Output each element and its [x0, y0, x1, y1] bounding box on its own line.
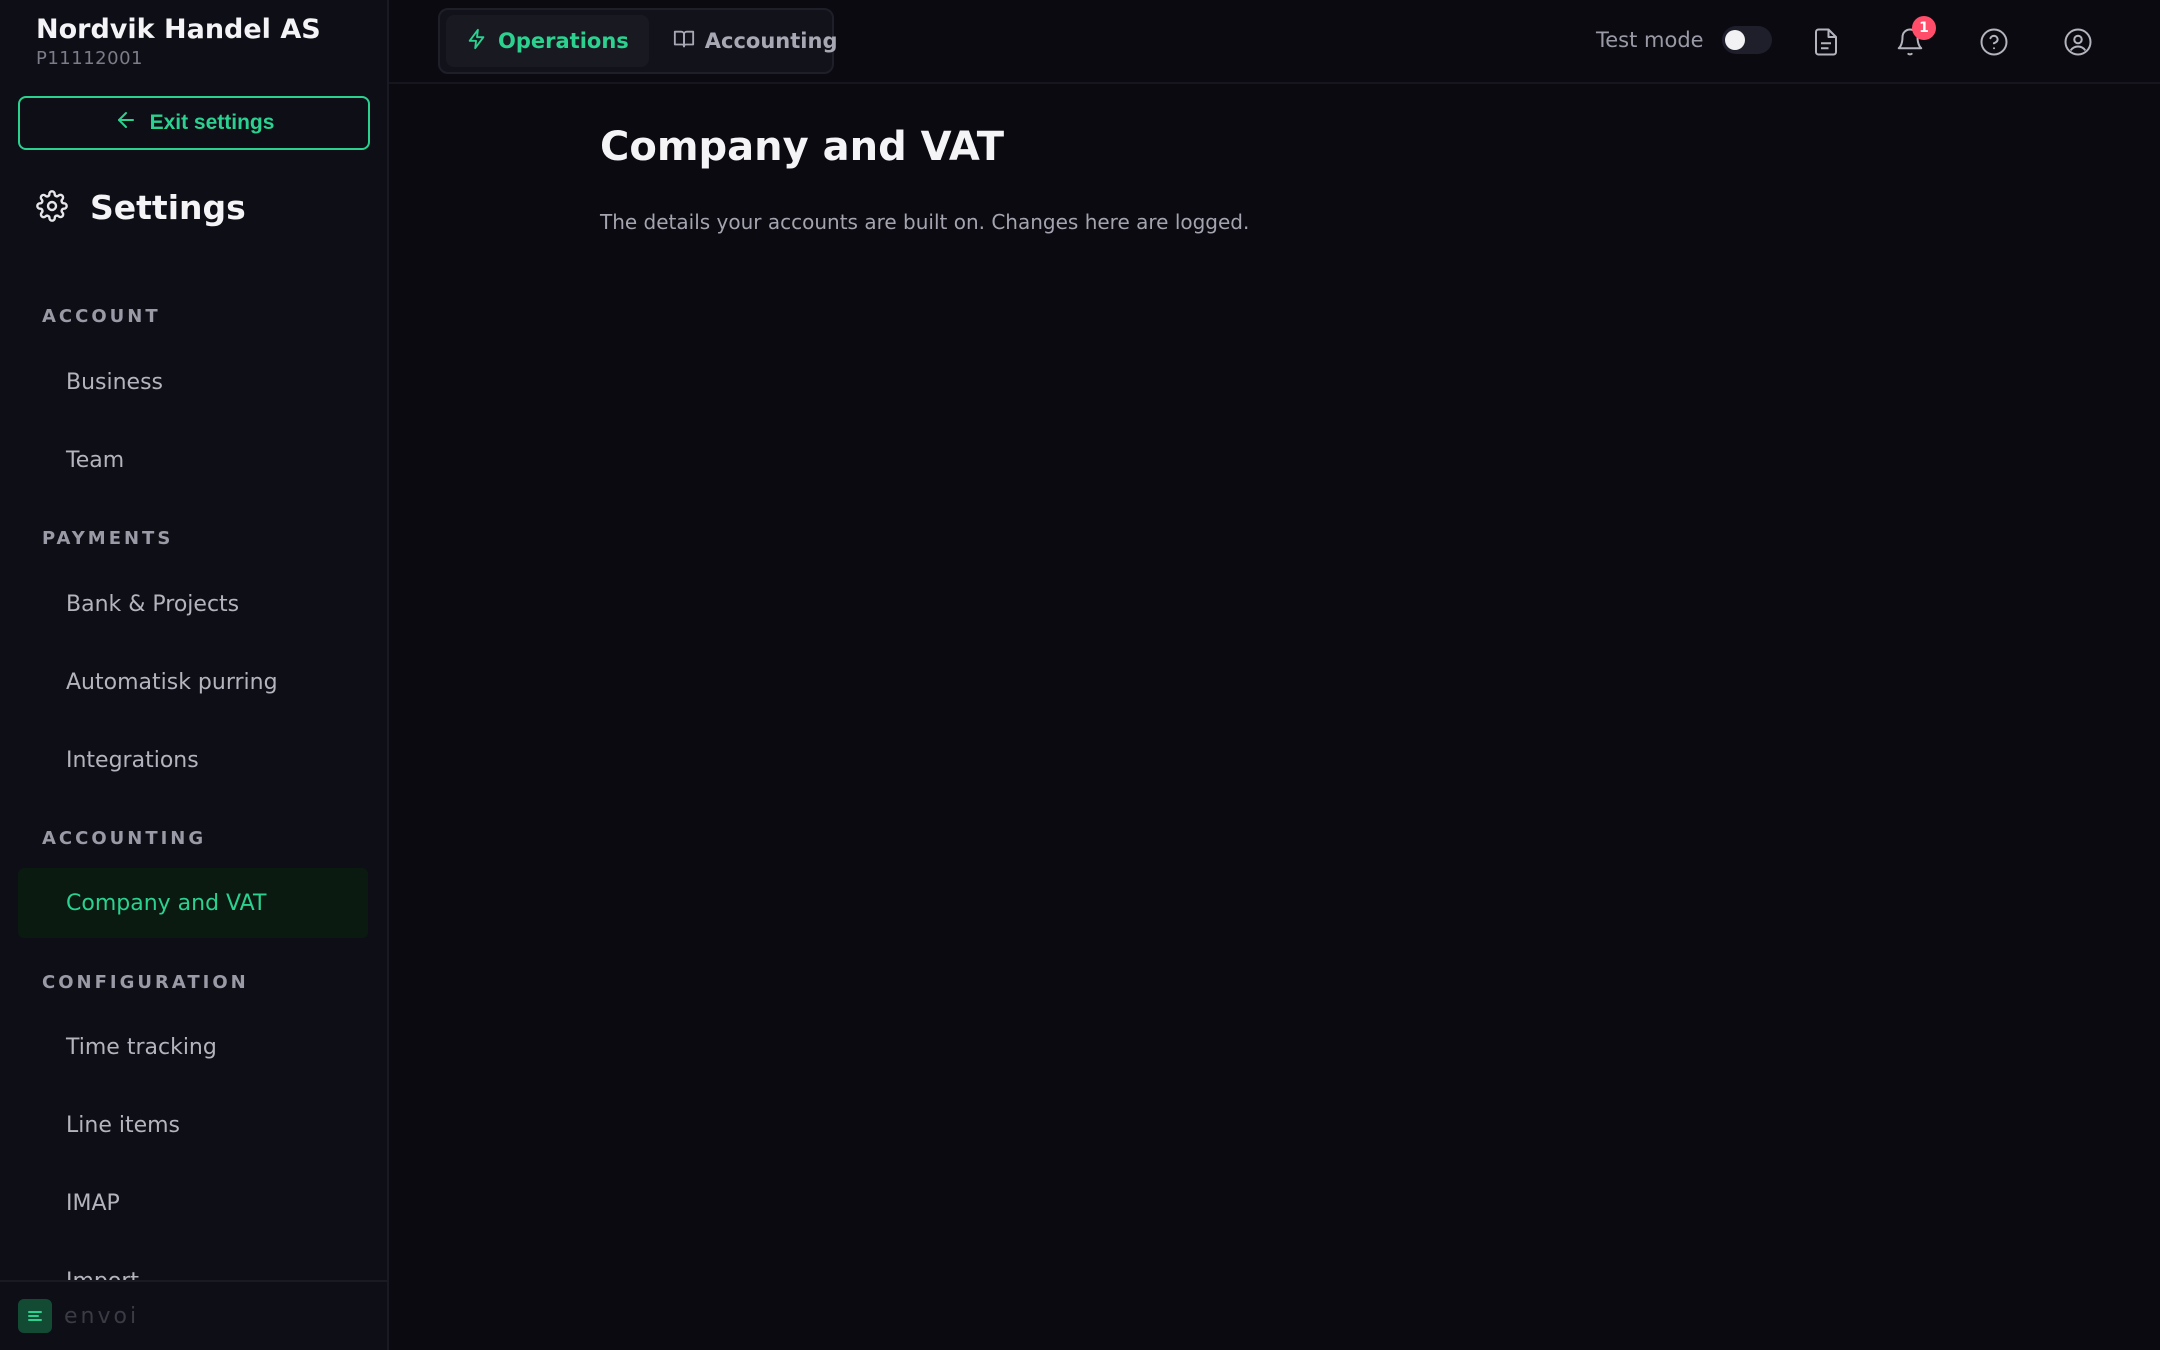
section-label-payments: PAYMENTS: [42, 528, 174, 549]
sidebar-item-time-tracking[interactable]: Time tracking: [18, 1012, 368, 1082]
exit-settings-label: Exit settings: [149, 111, 275, 134]
sidebar-item-bank-projects[interactable]: Bank & Projects: [18, 569, 368, 639]
sidebar-item-imap[interactable]: IMAP: [18, 1168, 368, 1238]
exit-settings-button[interactable]: Exit settings: [18, 96, 370, 150]
page-title: Company and VAT: [600, 124, 1005, 170]
sidebar-footer: envoi: [0, 1280, 387, 1350]
section-label-account: ACCOUNT: [42, 306, 161, 327]
sidebar-item-integrations[interactable]: Integrations: [18, 725, 368, 795]
tab-operations-label: Operations: [498, 29, 629, 53]
test-mode-label: Test mode: [1596, 28, 1704, 52]
page-subtitle: The details your accounts are built on. …: [600, 210, 1250, 234]
company-name[interactable]: Nordvik Handel AS: [36, 14, 321, 45]
settings-header: Settings: [36, 188, 246, 227]
tab-accounting-label: Accounting: [704, 29, 838, 53]
tab-operations[interactable]: Operations: [446, 15, 649, 67]
notification-badge: 1: [1912, 16, 1936, 40]
sidebar-item-automatisk-purring[interactable]: Automatisk purring: [18, 647, 368, 717]
sidebar-item-team[interactable]: Team: [18, 425, 368, 495]
menu-icon[interactable]: [18, 1299, 52, 1333]
company-id: P11112001: [36, 48, 143, 69]
test-mode-control: Test mode: [1596, 26, 1772, 54]
book-icon: [673, 28, 695, 55]
bell-icon[interactable]: 1: [1890, 16, 1936, 62]
sidebar-item-business[interactable]: Business: [18, 347, 368, 417]
test-mode-toggle[interactable]: [1721, 26, 1772, 54]
tab-accounting[interactable]: Accounting: [653, 15, 858, 67]
sidebar-item-line-items[interactable]: Line items: [18, 1090, 368, 1160]
brand-logo-text: envoi: [64, 1303, 140, 1329]
section-label-accounting: ACCOUNTING: [42, 828, 207, 849]
document-icon[interactable]: [1806, 22, 1846, 62]
sidebar: Nordvik Handel AS P11112001 Exit setting…: [0, 0, 389, 1350]
lightning-icon: [466, 28, 488, 55]
top-bar: Operations Accounting Test mode 1: [389, 0, 2160, 84]
help-icon[interactable]: [1974, 22, 2014, 62]
settings-title: Settings: [90, 188, 246, 227]
toggle-knob: [1724, 30, 1745, 50]
section-label-configuration: CONFIGURATION: [42, 972, 249, 993]
sidebar-item-company-vat[interactable]: Company and VAT: [18, 868, 368, 938]
gear-icon: [36, 189, 68, 226]
user-icon[interactable]: [2058, 22, 2098, 62]
workspace-tabs: Operations Accounting: [438, 8, 837, 74]
arrow-left-icon: [114, 108, 138, 138]
